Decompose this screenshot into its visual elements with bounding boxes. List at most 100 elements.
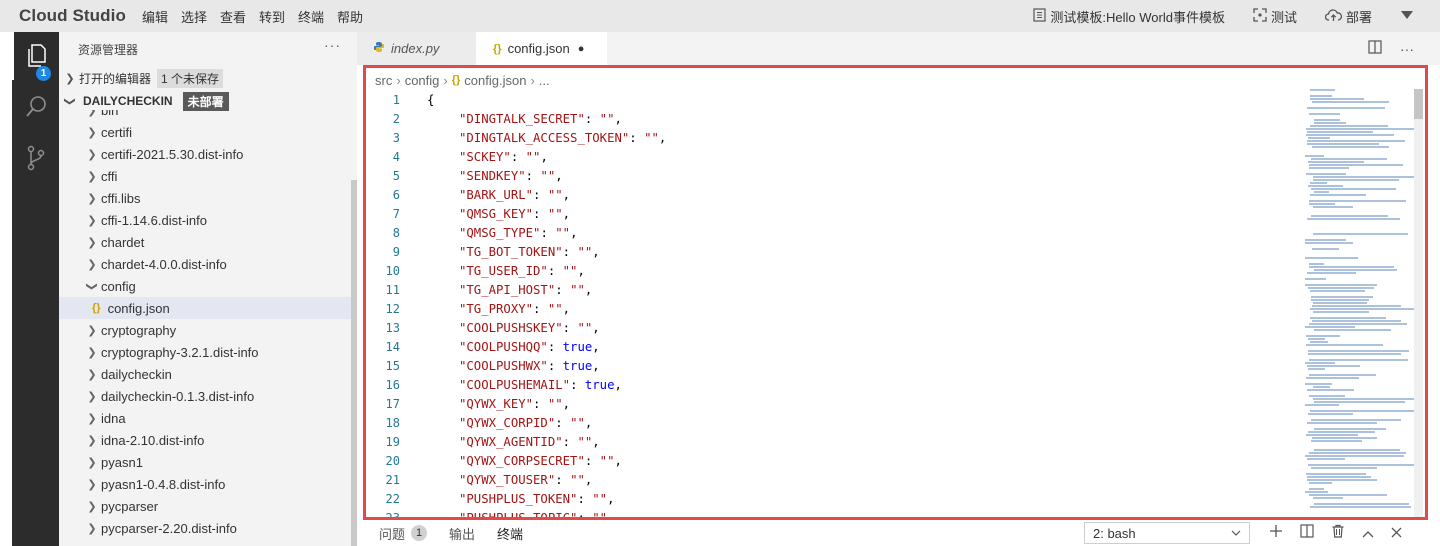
explorer-icon[interactable]: 1	[12, 42, 59, 81]
code-line: 15 "COOLPUSHWX": true,	[366, 356, 1296, 375]
code-line: 11 "TG_API_HOST": "",	[366, 280, 1296, 299]
code-editor[interactable]: src › config › {} config.json › ... 1{2 "…	[363, 65, 1428, 520]
folder-item[interactable]: ❯ pyasn1-0.4.8.dist-info	[59, 473, 351, 495]
open-editors-section[interactable]: ❯ 打开的编辑器 1 个未保存	[59, 67, 224, 89]
folder-item[interactable]: ❯ chardet	[59, 231, 351, 253]
minimap-line	[1307, 218, 1400, 220]
explorer-title: 资源管理器	[78, 43, 139, 57]
close-icon[interactable]	[1391, 525, 1402, 542]
more-actions-icon[interactable]: ···	[324, 37, 341, 53]
folder-item[interactable]: ❯ cryptography-3.2.1.dist-info	[59, 341, 351, 363]
folder-item[interactable]: ❯ pyasn1	[59, 451, 351, 473]
code-area[interactable]: 1{2 "DINGTALK_SECRET": "", 3 "DINGTALK_ACCE…	[366, 89, 1296, 519]
terminal-select[interactable]: 2: bash	[1084, 522, 1250, 544]
menu-edit[interactable]: 编辑	[142, 7, 168, 26]
chevron-right-icon: ❯	[65, 72, 75, 85]
minimap-line	[1305, 491, 1328, 493]
menu-goto[interactable]: 转到	[259, 7, 285, 26]
split-terminal-icon[interactable]	[1300, 524, 1314, 542]
json-value: ""	[547, 301, 563, 316]
add-terminal-icon[interactable]	[1269, 524, 1283, 542]
test-button[interactable]: 测试	[1253, 7, 1297, 26]
tab-problems[interactable]: 问题 1	[379, 524, 428, 543]
code-line: 12 "TG_PROXY": "",	[366, 299, 1296, 318]
folder-item[interactable]: ❯ dailycheckin	[59, 363, 351, 385]
minimap-line	[1308, 338, 1325, 340]
minimap-line	[1305, 242, 1353, 244]
tree-item-label: pycparser-2.20.dist-info	[101, 520, 237, 536]
minimap-line	[1310, 125, 1388, 127]
folder-item[interactable]: ❯ pycparser	[59, 495, 351, 517]
unsaved-dot-icon[interactable]: ●	[578, 43, 585, 55]
breadcrumb-config[interactable]: config	[405, 73, 440, 88]
chevron-down-icon[interactable]	[1400, 9, 1414, 23]
folder-item[interactable]: ❯ chardet-4.0.0.dist-info	[59, 253, 351, 275]
scrollbar-thumb[interactable]	[1414, 89, 1423, 119]
folder-item[interactable]: ❯ cryptography	[59, 319, 351, 341]
code-line: 21 "QYWX_TOUSER": "",	[366, 470, 1296, 489]
folder-item[interactable]: ❯ certifi-2021.5.30.dist-info	[59, 143, 351, 165]
folder-item[interactable]: ❯ certifi	[59, 121, 351, 143]
minimap-line	[1314, 449, 1400, 451]
folder-item[interactable]: ❯ cffi-1.14.6.dist-info	[59, 209, 351, 231]
file-item[interactable]: {} config.json	[59, 297, 351, 319]
code-line: 5 "SENDKEY": "",	[366, 166, 1296, 185]
chevron-right-icon: ❯	[87, 346, 97, 359]
folder-item[interactable]: ❯ idna	[59, 407, 351, 429]
template-selector[interactable]: 测试模板:Hello World事件模板	[1033, 7, 1225, 26]
search-icon[interactable]	[12, 94, 59, 120]
chevron-right-icon: ❯	[87, 258, 97, 271]
deploy-button[interactable]: 部署	[1324, 7, 1372, 26]
minimap-line	[1306, 134, 1394, 136]
minimap-line	[1310, 95, 1332, 97]
trash-icon[interactable]	[1331, 524, 1345, 542]
chevron-up-icon[interactable]	[1362, 525, 1374, 542]
tab-label: index.py	[391, 41, 440, 56]
minimap-line	[1309, 323, 1407, 325]
menu-terminal[interactable]: 终端	[298, 7, 324, 26]
menu-help[interactable]: 帮助	[337, 7, 363, 26]
folder-item[interactable]: ❯ idna-2.10.dist-info	[59, 429, 351, 451]
json-value: ""	[599, 111, 615, 126]
tab-terminal[interactable]: 终端	[497, 524, 523, 543]
breadcrumb-more[interactable]: ...	[539, 73, 550, 88]
chevron-right-icon: ❯	[87, 170, 97, 183]
tab-output[interactable]: 输出	[449, 524, 475, 543]
split-editor-icon[interactable]	[1368, 40, 1382, 57]
editor-scrollbar[interactable]	[1414, 89, 1423, 517]
minimap-line	[1309, 167, 1349, 169]
folder-item[interactable]: ❯ bin	[59, 110, 351, 121]
folder-item[interactable]: ❯ cffi	[59, 165, 351, 187]
breadcrumb-file[interactable]: config.json	[464, 73, 526, 88]
more-actions-icon[interactable]: ···	[1400, 41, 1414, 57]
sidebar-scrollbar[interactable]	[351, 180, 357, 546]
folder-item[interactable]: ❯ pycparser-2.20.dist-info	[59, 517, 351, 539]
code-text: "SENDKEY": "",	[459, 168, 563, 183]
minimap-line	[1305, 278, 1326, 280]
tab-index-py[interactable]: index.py	[357, 32, 476, 65]
chevron-right-icon: ❯	[87, 214, 97, 227]
chevron-right-icon: ❯	[87, 456, 97, 469]
line-number: 23	[385, 510, 400, 519]
folder-item[interactable]: ❯ config	[59, 275, 351, 297]
chevron-right-icon: ❯	[87, 368, 97, 381]
menu-select[interactable]: 选择	[181, 7, 207, 26]
minimap-line	[1314, 269, 1397, 271]
line-number: 7	[392, 206, 400, 221]
project-section[interactable]: ❯ DAILYCHECKIN 未部署	[59, 90, 229, 112]
tab-config-json[interactable]: {} config.json ●	[476, 32, 607, 65]
minimap-line	[1307, 458, 1345, 460]
minimap-line	[1305, 284, 1377, 286]
folder-item[interactable]: ❯ cffi.libs	[59, 187, 351, 209]
json-value: ""	[562, 263, 578, 278]
code-line: 10 "TG_USER_ID": "",	[366, 261, 1296, 280]
line-number: 10	[385, 263, 400, 278]
minimap[interactable]	[1301, 89, 1421, 517]
source-control-icon[interactable]	[12, 144, 59, 172]
folder-item[interactable]: ❯ dailycheckin-0.1.3.dist-info	[59, 385, 351, 407]
breadcrumb-src[interactable]: src	[375, 73, 392, 88]
menu-view[interactable]: 查看	[220, 7, 246, 26]
code-line: 16 "COOLPUSHEMAIL": true,	[366, 375, 1296, 394]
minimap-line	[1308, 464, 1415, 466]
minimap-line	[1312, 305, 1401, 307]
